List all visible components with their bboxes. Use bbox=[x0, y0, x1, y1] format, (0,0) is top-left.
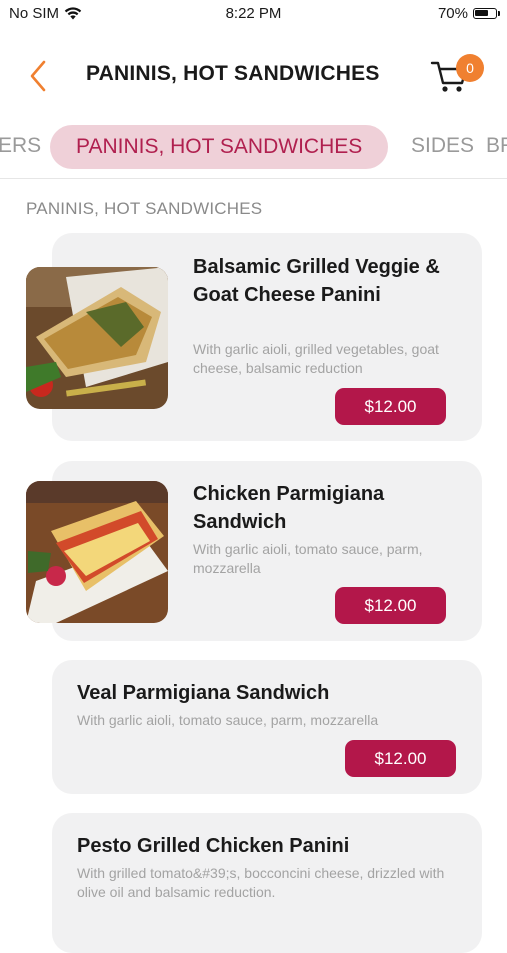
tab-sides[interactable]: SIDES bbox=[411, 134, 474, 158]
item-name: Balsamic Grilled Veggie & Goat Cheese Pa… bbox=[193, 256, 440, 306]
section-title: PANINIS, HOT SANDWICHES bbox=[26, 199, 263, 218]
nav-header: PANINIS, HOT SANDWICHES 0 bbox=[0, 48, 507, 104]
cart-count-badge: 0 bbox=[456, 54, 484, 82]
item-name: Veal Parmigiana Sandwich bbox=[77, 682, 330, 704]
tab-paninis-hot-sandwiches[interactable]: PANINIS, HOT SANDWICHES bbox=[50, 125, 389, 169]
item-photo bbox=[26, 267, 168, 409]
status-bar: No SIM 8:22 PM 70% bbox=[0, 0, 507, 30]
battery-percent: 70% bbox=[437, 5, 468, 22]
tab-next-category[interactable]: BR bbox=[486, 134, 507, 158]
battery-group: 70% bbox=[437, 5, 500, 22]
tab-previous-category[interactable]: ERS bbox=[0, 134, 41, 158]
tabs-divider bbox=[0, 178, 507, 179]
battery-icon bbox=[473, 8, 500, 19]
page-title: PANINIS, HOT SANDWICHES bbox=[86, 62, 380, 85]
item-price-button[interactable]: $12.00 bbox=[335, 388, 446, 425]
category-tabs: ERS PANINIS, HOT SANDWICHES SIDES BR bbox=[0, 122, 507, 174]
item-description: With garlic aioli, tomato sauce, parm, m… bbox=[77, 712, 379, 728]
item-photo bbox=[26, 481, 168, 623]
item-price-button[interactable]: $12.00 bbox=[335, 587, 446, 624]
item-description: With garlic aioli, tomato sauce, parm, m… bbox=[193, 541, 423, 576]
clock: 8:22 PM bbox=[225, 5, 282, 22]
item-price-button[interactable]: $12.00 bbox=[345, 740, 456, 777]
item-description: With grilled tomato&#39;s, bocconcini ch… bbox=[77, 865, 445, 900]
item-description: With garlic aioli, grilled vegetables, g… bbox=[193, 341, 439, 376]
item-name: Chicken Parmigiana Sandwich bbox=[193, 483, 385, 533]
item-name: Pesto Grilled Chicken Panini bbox=[77, 835, 350, 857]
back-arrow-icon[interactable] bbox=[24, 58, 54, 94]
